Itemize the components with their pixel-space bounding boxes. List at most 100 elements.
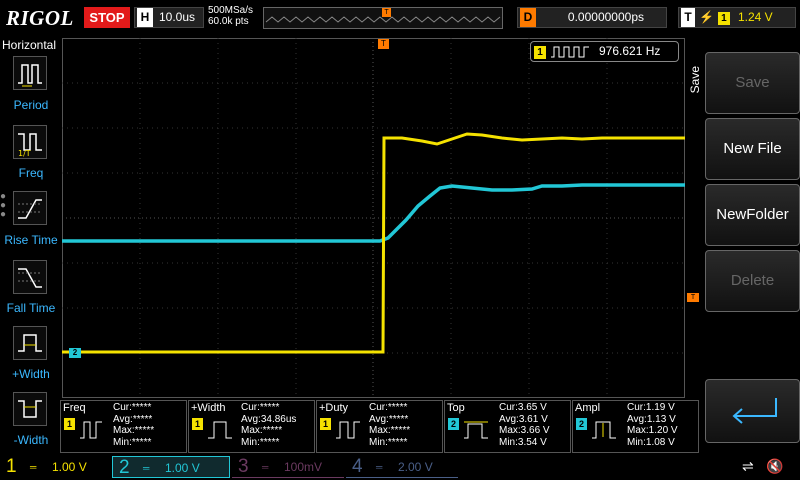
page-indicator: ● ● ● xyxy=(0,191,7,220)
channel-number: 1 xyxy=(6,456,17,477)
channel-2-indicator[interactable]: 2 ═ 1.00 V xyxy=(112,456,230,478)
measurement-average: Avg:34.86us xyxy=(241,413,297,425)
measurement-name: +Duty xyxy=(319,402,349,414)
memory-position-bar[interactable]: T xyxy=(263,7,503,29)
measurement-name: +Width xyxy=(191,402,226,414)
measurement-average: Avg:3.61 V xyxy=(499,413,548,425)
measurement-positive-width[interactable]: +Width 1 Cur:***** Avg:34.86us Max:*****… xyxy=(188,400,315,453)
measurement-min: Min:***** xyxy=(369,436,408,448)
trigger-source: 1 xyxy=(717,12,730,25)
horizontal-key: H xyxy=(137,8,153,27)
menu-item-label: Freq xyxy=(18,166,44,180)
brand-logo: RIGOL xyxy=(6,6,74,30)
measurement-current: Cur:1.19 V xyxy=(627,402,675,413)
delete-button[interactable]: Delete xyxy=(705,250,800,312)
measurement-panel: Freq 1 Cur:***** Avg:***** Max:***** Min… xyxy=(60,400,700,454)
measurement-name: Freq xyxy=(63,402,86,414)
duty-cycle-icon xyxy=(336,421,360,439)
save-menu: Save Save New File NewFolder Delete xyxy=(685,36,800,454)
usb-icon: ⇌ xyxy=(742,458,754,474)
delay-display[interactable]: D 0.00000000ps xyxy=(517,7,667,28)
channel-4-indicator[interactable]: 4 ═ 2.00 V xyxy=(346,456,458,478)
measurement-channel: 2 xyxy=(448,418,459,430)
positive-width-icon xyxy=(208,421,232,439)
menu-title: Save xyxy=(688,66,702,94)
measurement-current: Cur:***** xyxy=(369,402,408,413)
horizontal-measure-menu: Horizontal Period 1/T Freq ● ● ● Rise Time… xyxy=(0,36,62,454)
measurement-channel: 1 xyxy=(64,418,75,430)
counter-value: 976.621 Hz xyxy=(599,44,661,58)
measurement-max: Max:3.66 V xyxy=(499,425,550,436)
counter-channel: 1 xyxy=(534,46,546,59)
run-stop-status[interactable]: STOP xyxy=(84,7,130,28)
channel-number: 2 xyxy=(119,457,130,478)
ch2-ground-marker[interactable]: 2 xyxy=(69,348,81,358)
channel-1-indicator[interactable]: 1 ═ 1.00 V xyxy=(0,456,112,478)
frequency-icon xyxy=(80,421,102,439)
channel-number: 3 xyxy=(238,456,249,477)
channel-3-indicator[interactable]: 3 ═ 100mV xyxy=(232,456,344,478)
waveform-graticule xyxy=(62,38,685,398)
measurement-min: Min:***** xyxy=(241,436,280,448)
measurement-positive-duty[interactable]: +Duty 1 Cur:***** Avg:***** Max:***** Mi… xyxy=(316,400,443,453)
menu-item-label: +Width xyxy=(12,367,50,381)
measurement-average: Avg:1.13 V xyxy=(627,413,676,425)
speaker-muted-icon[interactable]: 🔇 xyxy=(766,458,783,475)
save-button[interactable]: Save xyxy=(705,52,800,114)
trigger-display[interactable]: T ⚡ 1 1.24 V xyxy=(678,7,796,28)
measurement-max: Max:***** xyxy=(241,425,283,436)
dc-coupling-icon: ═ xyxy=(262,462,269,472)
enter-button[interactable] xyxy=(705,379,800,443)
measurement-freq[interactable]: Freq 1 Cur:***** Avg:***** Max:***** Min… xyxy=(60,400,187,453)
measurement-name: Top xyxy=(447,402,465,414)
trigger-position-arrow[interactable]: T xyxy=(378,39,389,49)
channel-number: 4 xyxy=(352,456,363,477)
trigger-key: T xyxy=(681,8,695,27)
positive-width-icon xyxy=(13,326,47,360)
negative-width-icon xyxy=(13,392,47,426)
delay-key: D xyxy=(520,8,536,27)
rise-time-icon xyxy=(13,191,47,225)
measurement-max: Max:***** xyxy=(113,425,155,436)
measurement-average: Avg:***** xyxy=(113,413,153,425)
dc-coupling-icon: ═ xyxy=(376,462,383,472)
trigger-position-marker: T xyxy=(382,8,391,17)
new-folder-button[interactable]: NewFolder xyxy=(705,184,800,246)
dc-coupling-icon: ═ xyxy=(30,462,37,472)
measurement-min: Min:3.54 V xyxy=(499,436,547,448)
menu-item-label: Rise Time xyxy=(4,233,58,247)
new-file-button[interactable]: New File xyxy=(705,118,800,180)
status-bar: RIGOL STOP H 10.0us 500MSa/s 60.0k pts T … xyxy=(0,0,800,36)
memory-depth: 60.0k pts xyxy=(208,16,249,27)
measurement-current: Cur:***** xyxy=(241,402,280,413)
sample-rate: 500MSa/s xyxy=(208,5,254,16)
menu-item-label: -Width xyxy=(13,433,49,447)
measurement-average: Avg:***** xyxy=(369,413,409,425)
measurement-top[interactable]: Top 2 Cur:3.65 V Avg:3.61 V Max:3.66 V M… xyxy=(444,400,571,453)
measurement-max: Max:***** xyxy=(369,425,411,436)
measurement-amplitude[interactable]: Ampl 2 Cur:1.19 V Avg:1.13 V Max:1.20 V … xyxy=(572,400,699,453)
square-wave-icon xyxy=(551,46,589,58)
channel-scale: 2.00 V xyxy=(398,460,433,474)
measurement-current: Cur:3.65 V xyxy=(499,402,547,413)
channel-scale: 1.00 V xyxy=(52,460,87,474)
timebase-display[interactable]: H 10.0us xyxy=(134,7,204,28)
frequency-counter: 1 976.621 Hz xyxy=(530,41,679,62)
enter-arrow-icon xyxy=(732,398,777,424)
channel-scale: 100mV xyxy=(284,460,323,474)
fall-time-icon xyxy=(13,260,47,294)
delay-value: 0.00000000ps xyxy=(567,10,644,24)
measurement-min: Min:1.08 V xyxy=(627,436,675,448)
waveform-display[interactable] xyxy=(62,38,685,398)
measurement-name: Ampl xyxy=(575,402,601,414)
svg-text:1/T: 1/T xyxy=(18,149,31,158)
measurement-channel: 1 xyxy=(320,418,331,430)
measurement-channel: 2 xyxy=(576,418,587,430)
channel-scale: 1.00 V xyxy=(165,461,200,475)
menu-item-label: Period xyxy=(13,98,49,112)
channel-bar: 1 ═ 1.00 V 2 ═ 1.00 V 3 ═ 100mV 4 ═ 2.00… xyxy=(0,454,800,480)
period-icon xyxy=(13,56,47,90)
menu-title: Horizontal xyxy=(2,38,57,52)
timebase-value: 10.0us xyxy=(159,10,196,24)
measurement-current: Cur:***** xyxy=(113,402,152,413)
